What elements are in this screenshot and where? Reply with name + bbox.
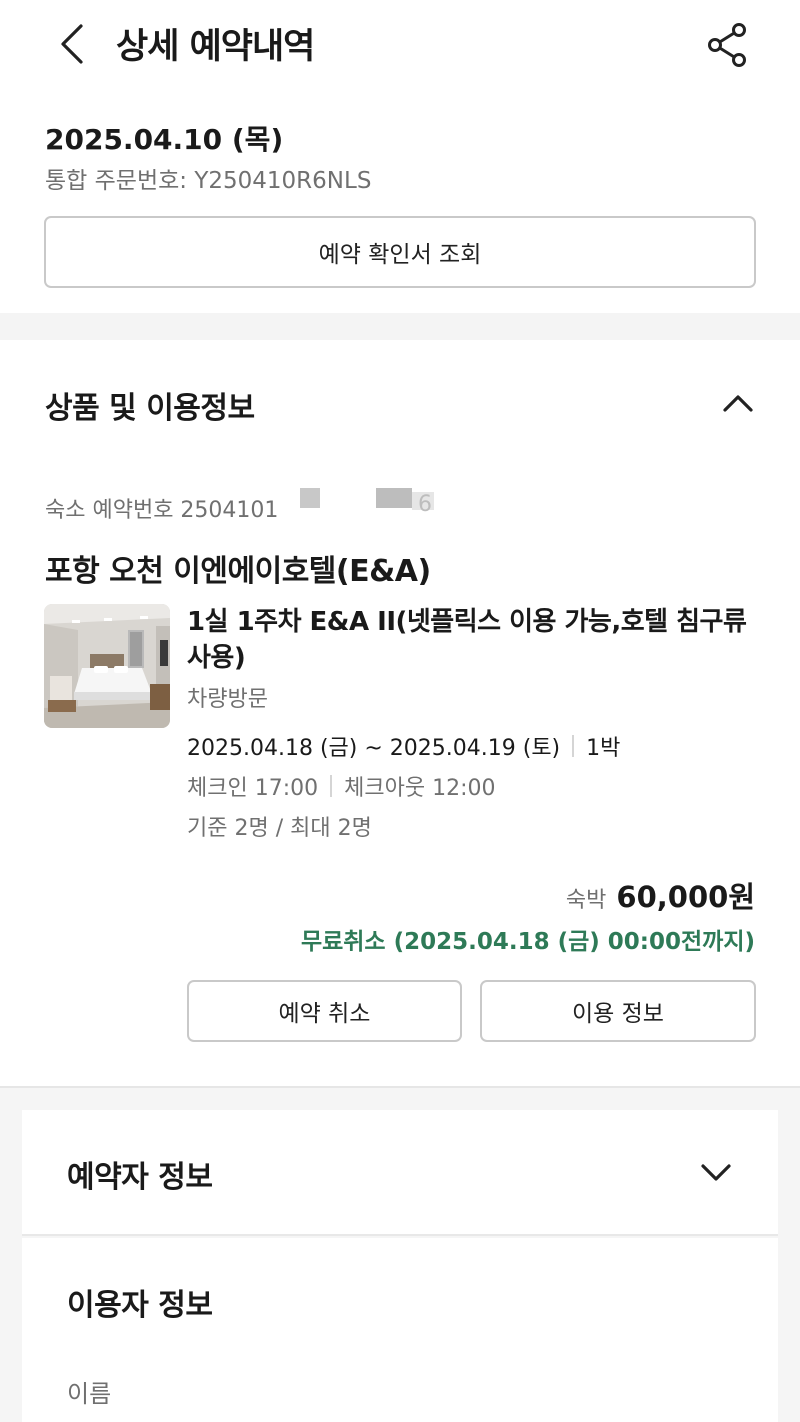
name-label: 이름 <box>67 1380 112 1408</box>
redacted-block <box>376 488 412 508</box>
order-date: 2025.04.10 (목) <box>45 123 284 156</box>
separator <box>330 775 333 797</box>
cancel-reservation-button[interactable]: 예약 취소 <box>187 980 462 1042</box>
checkin-time: 체크인 17:00 <box>187 776 319 801</box>
back-button[interactable] <box>50 20 94 68</box>
user-info-card <box>22 1238 778 1422</box>
product-section-title: 상품 및 이용정보 <box>45 391 255 426</box>
checkout-time: 체크아웃 12:00 <box>344 776 496 801</box>
share-icon <box>708 23 746 67</box>
expand-button[interactable] <box>694 1151 738 1195</box>
redacted-block <box>300 488 320 508</box>
price-value: 60,000원 <box>616 880 755 914</box>
user-section-title: 이용자 정보 <box>67 1288 213 1323</box>
reservation-number-tail: 6 <box>418 492 432 517</box>
usage-info-button[interactable]: 이용 정보 <box>480 980 756 1042</box>
share-button[interactable] <box>700 18 754 72</box>
view-confirmation-button[interactable]: 예약 확인서 조회 <box>44 216 756 288</box>
page-title: 상세 예약내역 <box>116 27 315 67</box>
chevron-down-icon <box>701 1164 731 1181</box>
price-label: 숙박 <box>565 888 607 913</box>
app-header: 상세 예약내역 <box>0 0 800 90</box>
room-note: 차량방문 <box>187 687 268 712</box>
hotel-name: 포항 오천 이엔에이호텔(E&A) <box>45 554 431 589</box>
collapse-button[interactable] <box>716 381 760 425</box>
price-row: 숙박 60,000원 <box>566 874 755 916</box>
order-number: 통합 주문번호: Y250410R6NLS <box>45 168 372 194</box>
chevron-left-icon <box>61 24 83 64</box>
booker-section-title: 예약자 정보 <box>67 1160 213 1195</box>
stay-dates: 2025.04.18 (금) ~ 2025.04.19 (토) 1박 <box>187 730 620 762</box>
room-thumbnail[interactable] <box>44 604 170 728</box>
room-name: 1실 1주차 E&A II(넷플릭스 이용 가능,호텔 침구류 사용) <box>187 607 747 673</box>
checkin-checkout-times: 체크인 17:00 체크아웃 12:00 <box>187 770 495 802</box>
separator <box>572 735 575 757</box>
chevron-up-icon <box>723 395 753 412</box>
free-cancellation-note: 무료취소 (2025.04.18 (금) 00:00전까지) <box>300 929 755 955</box>
room-photo <box>44 604 170 728</box>
occupancy: 기준 2명 / 최대 2명 <box>187 816 372 841</box>
nights-count: 1박 <box>586 736 621 761</box>
section-divider <box>0 313 800 340</box>
stay-date-range: 2025.04.18 (금) ~ 2025.04.19 (토) <box>187 736 561 761</box>
reservation-number: 숙소 예약번호 2504101 <box>45 498 279 523</box>
